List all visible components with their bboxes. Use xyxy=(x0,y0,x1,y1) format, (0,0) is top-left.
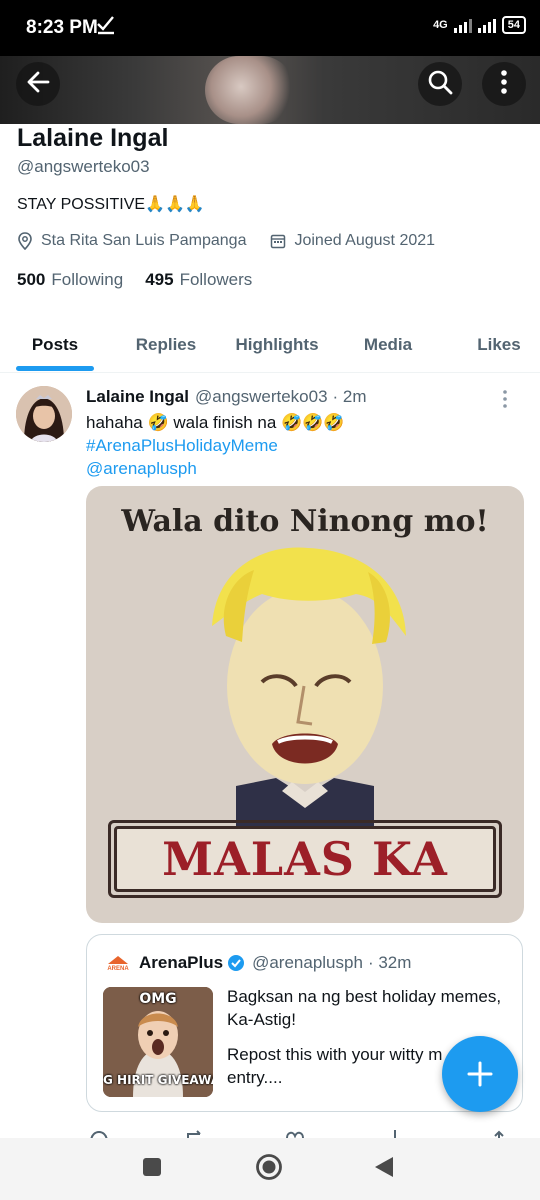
back-button[interactable] xyxy=(16,62,60,106)
followers-link[interactable]: 495 Followers xyxy=(145,270,252,290)
network-type: 4G xyxy=(433,19,448,31)
download-done-icon xyxy=(96,14,116,42)
post-body: hahaha 🤣 wala finish na 🤣🤣🤣 #ArenaPlusHo… xyxy=(86,411,345,480)
quoted-line1: Bagksan na ng best holiday memes, Ka-Ast… xyxy=(227,987,502,1029)
more-vertical-icon xyxy=(500,69,508,100)
meme-bottom-text: MALAS KA xyxy=(162,832,448,886)
post-actions xyxy=(86,1126,516,1138)
system-nav-bar xyxy=(0,1138,540,1200)
like-icon[interactable] xyxy=(284,1128,306,1138)
tab-media[interactable]: Media xyxy=(332,318,444,372)
square-icon[interactable] xyxy=(142,1157,162,1182)
quoted-post-header: ARENA ArenaPlus @arenaplusph · 32m xyxy=(105,953,411,973)
views-icon[interactable] xyxy=(384,1128,406,1138)
post-text: hahaha 🤣 wala finish na 🤣🤣🤣 xyxy=(86,413,345,432)
meme-crying-kid-illustration xyxy=(212,547,406,826)
post-mention[interactable]: @arenaplusph xyxy=(86,457,345,480)
post-image[interactable]: Wala dito Ninong mo! MALAS KA xyxy=(86,486,524,923)
profile-tabs: Posts Replies Highlights Media Likes xyxy=(0,318,540,373)
post-author-handle[interactable]: @angswerteko03 xyxy=(195,387,328,407)
battery-icon: 54 xyxy=(501,16,526,34)
post-hashtag[interactable]: #ArenaPlusHolidayMeme xyxy=(86,434,345,457)
tab-posts[interactable]: Posts xyxy=(0,318,110,372)
more-options-button[interactable] xyxy=(482,62,526,106)
quoted-post-time: · 32m xyxy=(367,953,412,972)
post-more-button[interactable] xyxy=(502,389,508,414)
post-author-name[interactable]: Lalaine Ingal xyxy=(86,387,189,407)
following-count: 500 xyxy=(17,270,46,289)
quoted-author-name[interactable]: ArenaPlus xyxy=(139,953,223,973)
post-header: Lalaine Ingal @angswerteko03 · 2m xyxy=(86,387,367,407)
arenaplus-logo-text: ARENA xyxy=(107,966,129,972)
verified-badge-icon xyxy=(227,954,245,972)
following-link[interactable]: 500 Following xyxy=(17,270,123,290)
status-bar: 8:23 PM 4G 54 xyxy=(0,0,540,56)
circle-icon[interactable] xyxy=(255,1153,283,1186)
plus-icon xyxy=(466,1060,494,1088)
calendar-icon xyxy=(270,233,286,249)
status-indicators: 4G 54 xyxy=(433,16,526,34)
signal-icon xyxy=(453,17,472,33)
meme-bottom-frame: MALAS KA xyxy=(108,820,502,898)
post-time: · 2m xyxy=(332,387,367,406)
repost-icon[interactable] xyxy=(184,1128,206,1138)
banner-image xyxy=(205,56,295,124)
reply-icon[interactable] xyxy=(88,1128,110,1138)
profile-meta: Sta Rita San Luis Pampanga Joined August… xyxy=(17,232,435,250)
profile-location: Sta Rita San Luis Pampanga xyxy=(41,232,247,249)
share-icon[interactable] xyxy=(488,1128,510,1138)
arrow-left-icon xyxy=(25,69,51,100)
followers-count: 495 xyxy=(145,270,174,289)
tab-replies[interactable]: Replies xyxy=(110,318,222,372)
tab-highlights[interactable]: Highlights xyxy=(222,318,332,372)
profile-bio: STAY POSSITIVE🙏🙏🙏 xyxy=(17,196,205,213)
arenaplus-logo: ARENA xyxy=(105,954,131,972)
search-icon xyxy=(427,69,453,100)
followers-label: Followers xyxy=(179,270,253,289)
triangle-back-icon[interactable] xyxy=(373,1155,395,1184)
more-vertical-icon xyxy=(502,390,508,413)
search-button[interactable] xyxy=(418,62,462,106)
thumb-bottom-text: G HIRIT GIVEAWA xyxy=(103,1073,213,1087)
post-author-avatar[interactable] xyxy=(16,386,72,442)
thumb-top-text: OMG xyxy=(139,991,177,1007)
tab-likes[interactable]: Likes xyxy=(444,318,540,372)
quoted-author-handle[interactable]: @arenaplusph xyxy=(252,953,363,973)
quoted-post-thumbnail[interactable]: OMG G HIRIT GIVEAWA xyxy=(103,987,213,1097)
profile-joined: Joined August 2021 xyxy=(294,232,436,249)
profile-handle: @angswerteko03 xyxy=(17,157,150,176)
follow-stats: 500 Following 495 Followers xyxy=(17,270,252,290)
location-pin-icon xyxy=(17,232,33,250)
compose-post-button[interactable] xyxy=(442,1036,518,1112)
profile-name: Lalaine Ingal xyxy=(17,124,169,152)
status-time: 8:23 PM xyxy=(26,17,98,38)
following-label: Following xyxy=(51,270,124,289)
signal-icon xyxy=(477,17,496,33)
active-tab-indicator xyxy=(16,366,94,371)
